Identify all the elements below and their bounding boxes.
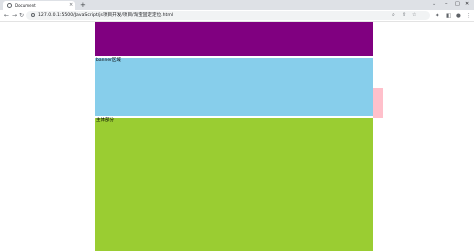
header-area xyxy=(95,22,373,56)
share-icon[interactable]: ⇪ xyxy=(402,12,406,19)
profile-icon[interactable]: ● xyxy=(456,12,461,20)
main-area: 主体部分 xyxy=(95,118,373,251)
back-icon[interactable]: ← xyxy=(4,12,9,20)
close-icon[interactable]: × xyxy=(69,2,73,9)
reload-icon[interactable]: ↻ xyxy=(19,12,24,20)
tab-document[interactable]: Document × xyxy=(3,1,75,10)
tab-search-icon[interactable]: ⌄ xyxy=(432,1,436,8)
main-label: 主体部分 xyxy=(96,118,114,123)
bookmark-star-icon[interactable]: ☆ xyxy=(412,12,416,19)
menu-icon[interactable]: ⋮ xyxy=(466,12,472,20)
sidebar-icon[interactable]: ◧ xyxy=(446,12,451,20)
address-bar[interactable]: 127.0.0.1:5500/JavaScript/js项目开发/项目/淘宝固定… xyxy=(26,11,430,20)
banner-label: banner区域 xyxy=(96,58,121,63)
browser-toolbar: ← → ↻ 127.0.0.1:5500/JavaScript/js项目开发/项… xyxy=(0,10,474,22)
tab-title: Document xyxy=(15,3,36,8)
favicon-icon xyxy=(7,3,12,8)
minimize-icon[interactable]: – xyxy=(445,1,448,8)
zoom-icon[interactable]: ⌕ xyxy=(392,12,395,19)
banner-area: banner区域 xyxy=(95,58,373,116)
close-window-icon[interactable]: ✕ xyxy=(465,1,469,8)
maximize-icon[interactable]: □ xyxy=(455,1,460,8)
forward-icon[interactable]: → xyxy=(12,12,17,20)
site-info-icon[interactable] xyxy=(31,13,35,17)
tab-strip: Document × + ⌄ – □ ✕ xyxy=(0,0,474,10)
fixed-side-box xyxy=(373,88,383,118)
new-tab-icon[interactable]: + xyxy=(80,1,86,9)
page-viewport: banner区域 主体部分 xyxy=(0,22,474,251)
url-text[interactable]: 127.0.0.1:5500/JavaScript/js项目开发/项目/淘宝固定… xyxy=(38,12,173,19)
extensions-icon[interactable]: ✦ xyxy=(435,12,440,20)
